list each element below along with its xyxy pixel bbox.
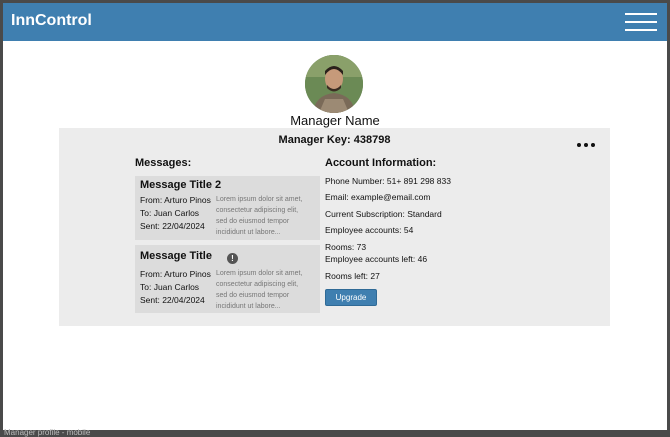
message-to: To: Juan Carlos bbox=[140, 208, 200, 218]
messages-heading: Messages: bbox=[135, 157, 192, 169]
account-subscription: Current Subscription: Standard bbox=[325, 209, 442, 219]
manager-name: Manager Name bbox=[290, 113, 380, 128]
message-from: From: Arturo Pinos bbox=[140, 269, 211, 279]
message-title: Message Title 2 bbox=[140, 179, 222, 191]
account-phone: Phone Number: 51+ 891 298 833 bbox=[325, 176, 451, 186]
manager-key: Manager Key: 438798 bbox=[278, 134, 391, 146]
alert-icon: ! bbox=[227, 253, 238, 264]
message-to: To: Juan Carlos bbox=[140, 282, 200, 292]
account-rooms: Rooms: 73 bbox=[325, 242, 367, 252]
account-email: Email: example@email.com bbox=[325, 192, 431, 202]
message-card[interactable]: Message Title 2 From: Arturo Pinos To: J… bbox=[135, 176, 320, 240]
upgrade-button[interactable]: Upgrade bbox=[325, 289, 377, 306]
frame-label: Manager profile - mobile bbox=[4, 428, 91, 437]
top-bar: InnControl bbox=[3, 3, 667, 41]
message-from: From: Arturo Pinos bbox=[140, 195, 211, 205]
account-info-heading: Account Information: bbox=[325, 157, 437, 169]
message-card[interactable]: Message Title ! From: Arturo Pinos To: J… bbox=[135, 245, 320, 313]
hamburger-menu-icon[interactable] bbox=[625, 12, 657, 32]
account-employee-accounts: Employee accounts: 54 bbox=[325, 225, 414, 235]
message-preview: Lorem ipsum dolor sit amet, consectetur … bbox=[216, 270, 303, 310]
message-sent: Sent: 22/04/2024 bbox=[140, 221, 205, 231]
app-title: InnControl bbox=[11, 12, 92, 29]
message-title: Message Title bbox=[140, 250, 212, 262]
app-window: InnControl Manager Name Manager Key: 438… bbox=[3, 3, 667, 430]
profile-panel: Manager Key: 438798 Messages: Message Ti… bbox=[59, 128, 610, 326]
message-sent: Sent: 22/04/2024 bbox=[140, 295, 205, 305]
message-preview: Lorem ipsum dolor sit amet, consectetur … bbox=[216, 196, 303, 236]
account-rooms-left: Rooms left: 27 bbox=[325, 271, 380, 281]
more-options-icon[interactable] bbox=[577, 138, 597, 150]
manager-avatar bbox=[305, 55, 363, 113]
account-employee-accounts-left: Employee accounts left: 46 bbox=[325, 254, 428, 264]
